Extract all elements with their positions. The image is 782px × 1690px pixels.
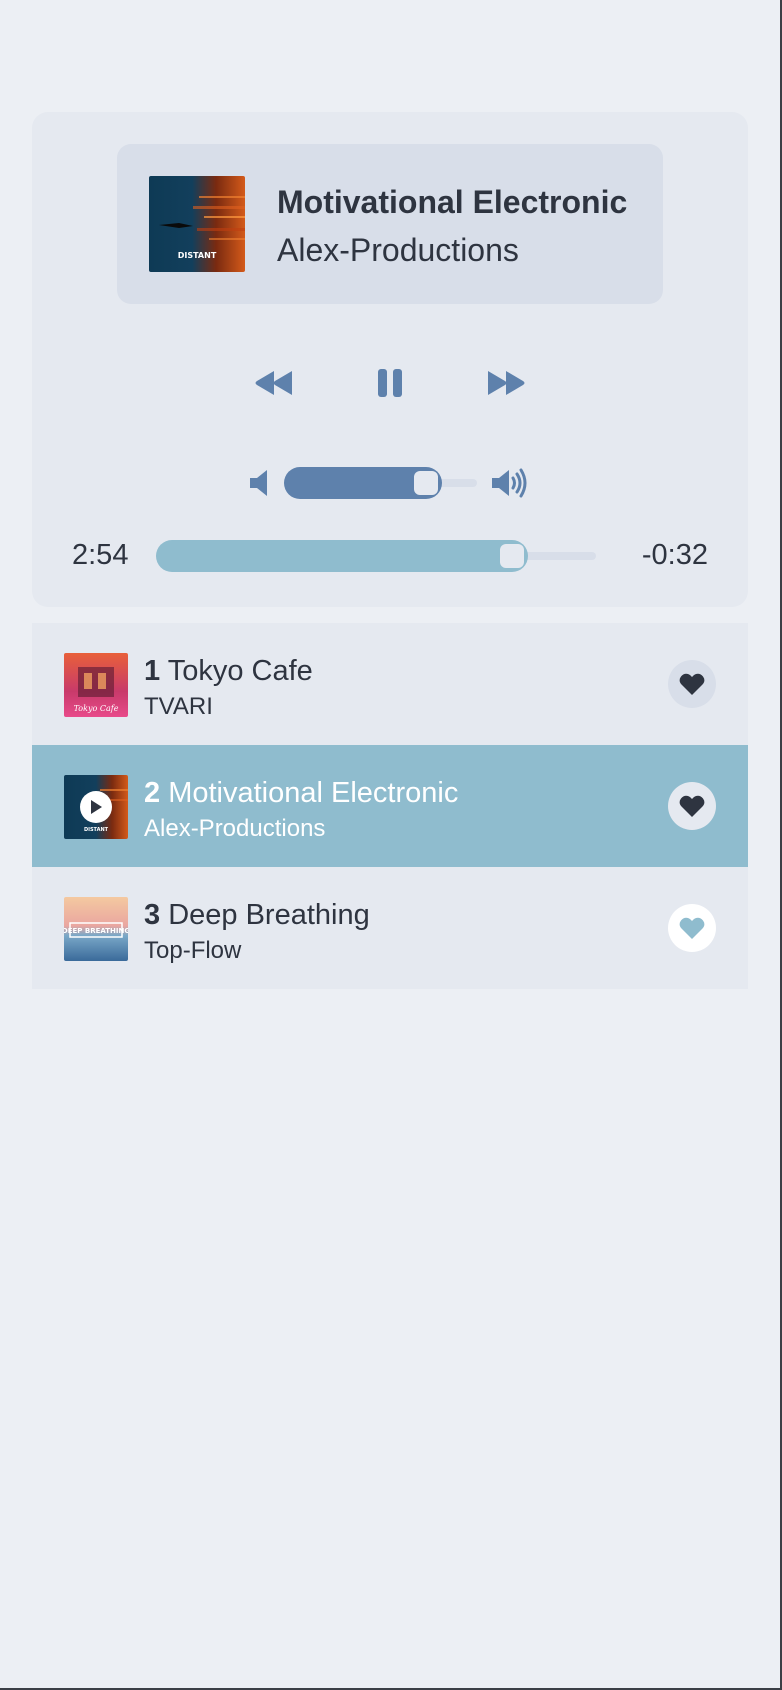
track-title-line: 3 Deep Breathing (144, 899, 370, 932)
favorite-button[interactable] (668, 660, 716, 708)
track-title: Motivational Electronic (168, 777, 459, 809)
playlist-item[interactable]: DEEP BREATHING 3 Deep Breathing Top-Flow (32, 867, 748, 989)
volume-slider[interactable] (284, 467, 477, 499)
favorite-button[interactable] (668, 782, 716, 830)
track-title: Deep Breathing (168, 899, 370, 931)
fast-forward-icon (488, 371, 525, 395)
track-title: Tokyo Cafe (167, 655, 313, 687)
svg-text:DISTANT: DISTANT (84, 827, 109, 833)
track-number: 2 (144, 777, 161, 809)
track-number: 1 (144, 655, 161, 687)
now-playing-card: DISTANT Motivational Electronic Alex-Pro… (117, 144, 663, 304)
track-cover-tokyo-cafe: Tokyo Cafe (64, 653, 128, 717)
player-panel: DISTANT Motivational Electronic Alex-Pro… (32, 112, 748, 607)
track-cover-motivational-electronic: DISTANT (64, 775, 128, 839)
now-playing-cover: DISTANT (149, 176, 245, 272)
pause-button[interactable] (362, 355, 418, 411)
playlist-item[interactable]: Tokyo Cafe 1 Tokyo Cafe TVARI (32, 623, 748, 745)
heart-icon (679, 917, 705, 939)
play-icon (80, 791, 112, 823)
track-title-line: 1 Tokyo Cafe (144, 655, 313, 688)
fast-forward-button[interactable] (478, 355, 534, 411)
pause-icon (378, 369, 402, 397)
elapsed-time: 2:54 (72, 539, 129, 571)
track-artist: Alex-Productions (144, 815, 326, 842)
track-artist: Top-Flow (144, 937, 242, 964)
rewind-icon (255, 371, 292, 395)
progress-slider[interactable] (156, 540, 596, 572)
svg-text:Tokyo Cafe: Tokyo Cafe (74, 704, 119, 713)
heart-icon (679, 795, 705, 817)
rewind-button[interactable] (246, 355, 302, 411)
favorite-button-liked[interactable] (668, 904, 716, 952)
now-playing-title: Motivational Electronic (277, 184, 628, 220)
progress-slider-fill (156, 540, 528, 572)
heart-icon (679, 673, 705, 695)
track-cover-deep-breathing: DEEP BREATHING (64, 897, 128, 961)
track-title-line: 2 Motivational Electronic (144, 777, 458, 810)
svg-text:DEEP BREATHING: DEEP BREATHING (64, 927, 128, 935)
track-artist: TVARI (144, 693, 213, 720)
remaining-time: -0:32 (641, 539, 708, 571)
playlist: Tokyo Cafe 1 Tokyo Cafe TVARI DISTANT 2 … (32, 623, 748, 989)
volume-low-icon[interactable] (250, 469, 272, 502)
volume-high-icon[interactable] (492, 467, 530, 504)
track-number: 3 (144, 899, 161, 931)
volume-slider-thumb[interactable] (414, 471, 438, 495)
playlist-item-active[interactable]: DISTANT 2 Motivational Electronic Alex-P… (32, 745, 748, 867)
progress-slider-thumb[interactable] (500, 544, 524, 568)
svg-text:DISTANT: DISTANT (178, 251, 217, 260)
now-playing-artist: Alex-Productions (277, 232, 519, 268)
